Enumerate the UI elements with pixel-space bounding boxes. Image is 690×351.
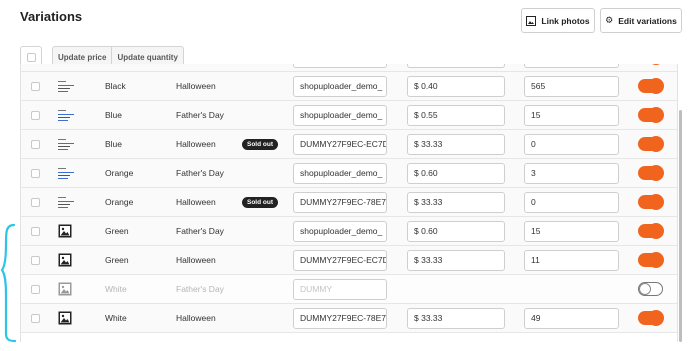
- price-input[interactable]: [407, 64, 505, 68]
- sku-input[interactable]: DUMMY27F9EC-EC7D: [293, 133, 387, 155]
- sku-input[interactable]: DUMMY27F9EC-78E7-: [293, 191, 387, 213]
- price-input[interactable]: $ 0.60: [407, 162, 505, 184]
- price-input[interactable]: $ 33.33: [407, 307, 505, 329]
- price-input[interactable]: $ 33.33: [407, 249, 505, 271]
- quantity-input[interactable]: 0: [524, 191, 619, 213]
- price-input[interactable]: $ 0.55: [407, 104, 505, 126]
- table-row: Blue Halloween Sold out DUMMY27F9EC-EC7D $ 3…: [21, 130, 677, 159]
- quantity-input[interactable]: 565: [524, 75, 619, 97]
- color-value: White: [105, 313, 127, 323]
- holiday-value: Halloween: [176, 81, 216, 91]
- color-value: Green: [105, 255, 129, 265]
- holiday-value: Halloween: [176, 197, 216, 207]
- table-row: Blue Father's Day shopuploader_demo_ $ 0.55…: [21, 101, 677, 130]
- quantity-input[interactable]: 49: [524, 307, 619, 329]
- holiday-value: Father's Day: [176, 110, 224, 120]
- visibility-toggle[interactable]: [638, 310, 664, 326]
- visibility-toggle[interactable]: [638, 223, 664, 239]
- row-checkbox[interactable]: [31, 197, 40, 207]
- table-row: Orange Halloween Sold out DUMMY27F9EC-78E7-…: [21, 188, 677, 217]
- quantity-input[interactable]: 15: [524, 220, 619, 242]
- color-value: Orange: [105, 197, 134, 207]
- table-row: White Halloween DUMMY27F9EC-78E7- $ 33.33 49: [21, 304, 677, 333]
- price-input[interactable]: $ 33.33: [407, 133, 505, 155]
- sold-out-badge: Sold out: [242, 196, 278, 208]
- sold-out-badge: Sold out: [242, 138, 278, 150]
- annotation-bracket: [0, 223, 17, 343]
- sku-input[interactable]: DUMMY27F9EC-78E7-: [293, 307, 387, 329]
- holiday-value: Halloween: [176, 255, 216, 265]
- row-checkbox[interactable]: [31, 168, 40, 178]
- sku-input[interactable]: [293, 64, 387, 68]
- listing-thumbnail: [58, 138, 74, 150]
- holiday-value: Father's Day: [176, 226, 224, 236]
- gear-icon: ⚙: [605, 15, 614, 25]
- listing-thumbnail: [58, 196, 74, 208]
- holiday-value: Halloween: [176, 313, 216, 323]
- row-checkbox[interactable]: [31, 139, 40, 149]
- image-placeholder-icon: [58, 253, 72, 267]
- visibility-toggle[interactable]: [638, 252, 664, 268]
- visibility-toggle[interactable]: [638, 78, 664, 94]
- table-row: White Father's Day DUMMY: [21, 275, 677, 304]
- row-checkbox[interactable]: [31, 255, 40, 265]
- link-photos-label: Link photos: [541, 15, 590, 26]
- color-value: Black: [105, 81, 126, 91]
- sku-input[interactable]: shopuploader_demo_: [293, 104, 387, 126]
- price-input[interactable]: $ 0.40: [407, 75, 505, 97]
- sku-input[interactable]: shopuploader_demo_: [293, 75, 387, 97]
- sku-input[interactable]: DUMMY27F9EC-EC7D: [293, 249, 387, 271]
- sku-input[interactable]: DUMMY: [293, 278, 387, 300]
- holiday-value: Father's Day: [176, 284, 224, 294]
- checkbox-box: [26, 52, 36, 62]
- price-input[interactable]: $ 33.33: [407, 191, 505, 213]
- holiday-value: Halloween: [176, 139, 216, 149]
- color-value: Blue: [105, 110, 123, 120]
- quantity-input[interactable]: 11: [524, 249, 619, 271]
- color-value: Blue: [105, 139, 123, 149]
- color-value: Orange: [105, 168, 134, 178]
- quantity-input[interactable]: 15: [524, 104, 619, 126]
- edit-variations-button[interactable]: ⚙ Edit variations: [600, 8, 682, 33]
- edit-variations-label: Edit variations: [618, 15, 677, 26]
- table-row: Green Halloween DUMMY27F9EC-EC7D $ 33.33 11: [21, 246, 677, 275]
- image-placeholder-icon: [58, 282, 72, 296]
- color-value: Green: [105, 226, 129, 236]
- visibility-toggle[interactable]: [638, 107, 664, 123]
- image-placeholder-icon: [58, 311, 72, 325]
- image-icon: [526, 15, 537, 26]
- image-placeholder-icon: [58, 224, 72, 238]
- variations-table: Black Halloween shopuploader_demo_ $ 0.40 56…: [20, 64, 678, 342]
- listing-thumbnail: [58, 80, 74, 92]
- page-title: Variations: [20, 9, 83, 24]
- listing-thumbnail: [58, 167, 74, 179]
- quantity-input[interactable]: 3: [524, 162, 619, 184]
- quantity-input[interactable]: [524, 64, 619, 68]
- holiday-value: Father's Day: [176, 168, 224, 178]
- row-checkbox[interactable]: [31, 313, 40, 323]
- row-checkbox[interactable]: [31, 110, 40, 120]
- table-row-partial: [21, 64, 677, 72]
- visibility-toggle[interactable]: [638, 136, 664, 152]
- listing-thumbnail: [58, 109, 74, 121]
- row-checkbox[interactable]: [31, 284, 40, 294]
- row-checkbox[interactable]: [31, 226, 40, 236]
- table-row: Black Halloween shopuploader_demo_ $ 0.40 56…: [21, 72, 677, 101]
- scrollbar[interactable]: [679, 110, 682, 342]
- table-row: Green Father's Day shopuploader_demo_ $ 0.6…: [21, 217, 677, 246]
- visibility-toggle[interactable]: [638, 282, 663, 296]
- visibility-toggle[interactable]: [638, 165, 664, 181]
- color-value: White: [105, 284, 127, 294]
- price-input[interactable]: $ 0.60: [407, 220, 505, 242]
- table-row: Orange Father's Day shopuploader_demo_ $ 0.…: [21, 159, 677, 188]
- row-checkbox[interactable]: [31, 81, 40, 91]
- sku-input[interactable]: shopuploader_demo_: [293, 220, 387, 242]
- sku-input[interactable]: shopuploader_demo_: [293, 162, 387, 184]
- quantity-input[interactable]: 0: [524, 133, 619, 155]
- visibility-toggle[interactable]: [638, 194, 664, 210]
- link-photos-button[interactable]: Link photos: [521, 8, 595, 33]
